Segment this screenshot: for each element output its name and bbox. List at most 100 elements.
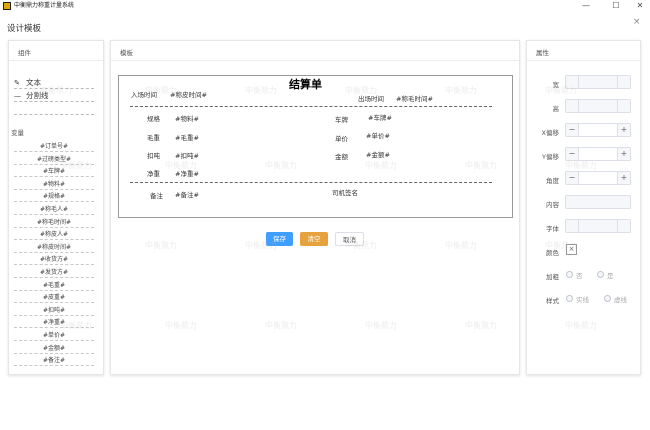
- dialog-title: 设计模板: [7, 24, 42, 34]
- out-time-var[interactable]: #称毛时间#: [396, 93, 433, 103]
- angle-increment-button[interactable]: +: [617, 172, 630, 184]
- x-offset-decrement-button[interactable]: −: [566, 124, 579, 136]
- variable-item[interactable]: #订单号#: [14, 141, 94, 152]
- color-label: 颜色: [546, 249, 559, 257]
- variable-item[interactable]: #净重#: [14, 317, 94, 329]
- height-increment-button[interactable]: [617, 100, 630, 112]
- height-label: 高: [552, 105, 560, 113]
- variable-item[interactable]: #备注#: [14, 355, 94, 367]
- pencil-icon: ✎: [14, 79, 20, 87]
- variable-item[interactable]: #过磅类型#: [14, 154, 94, 165]
- net-label[interactable]: 净重: [147, 168, 160, 178]
- deduct-label[interactable]: 扣吨: [147, 150, 160, 160]
- component-text[interactable]: ✎ 文本: [14, 77, 41, 88]
- color-picker[interactable]: ×: [566, 244, 577, 255]
- title-bar: 中衡鼎力称重计量系统 — ☐ ✕: [0, 0, 650, 12]
- components-header: 组件: [9, 41, 103, 61]
- width-input[interactable]: [565, 75, 631, 89]
- in-time-var[interactable]: #称皮时间#: [170, 89, 207, 99]
- variable-item[interactable]: #称皮人#: [14, 229, 94, 241]
- plate-var[interactable]: #车牌#: [368, 112, 392, 122]
- maximize-button[interactable]: ☐: [607, 0, 625, 12]
- divider-line[interactable]: [130, 182, 492, 183]
- y-offset-increment-button[interactable]: +: [617, 148, 630, 160]
- properties-header: 属性: [527, 41, 640, 61]
- bold-label: 加粗: [546, 273, 559, 281]
- template-header: 模板: [111, 41, 519, 61]
- variable-item[interactable]: #发货方#: [14, 267, 94, 278]
- spec-var[interactable]: #物料#: [175, 113, 199, 123]
- variable-item[interactable]: #单价#: [14, 330, 94, 341]
- canvas-title[interactable]: 结算单: [289, 76, 322, 92]
- bold-no-radio[interactable]: [566, 271, 573, 278]
- width-increment-button[interactable]: [617, 76, 630, 88]
- bold-yes-label: 是: [607, 272, 614, 280]
- variable-item[interactable]: #称毛人#: [14, 204, 94, 215]
- content-input[interactable]: [565, 195, 631, 209]
- component-divider[interactable]: — 分割线: [14, 90, 49, 101]
- height-input[interactable]: [565, 99, 631, 113]
- remark-var[interactable]: #备注#: [175, 189, 199, 199]
- in-time-label[interactable]: 入场时间: [131, 89, 157, 99]
- remark-label[interactable]: 备注: [150, 190, 163, 200]
- out-time-label[interactable]: 出场时间: [358, 93, 384, 103]
- variable-item[interactable]: #皮重#: [14, 292, 94, 304]
- angle-input[interactable]: − +: [565, 171, 631, 185]
- style-solid-label: 实线: [576, 296, 589, 304]
- driver-sign-label[interactable]: 司机签名: [332, 187, 358, 197]
- window-close-button[interactable]: ✕: [631, 0, 649, 12]
- price-label[interactable]: 单价: [335, 133, 348, 143]
- font-increment-button[interactable]: [617, 220, 630, 232]
- bold-no-label: 否: [576, 272, 583, 280]
- y-offset-input[interactable]: − +: [565, 147, 631, 161]
- divider-line[interactable]: [130, 106, 492, 107]
- bold-yes-radio[interactable]: [597, 271, 604, 278]
- angle-label: 角度: [546, 177, 559, 185]
- component-text-label: 文本: [26, 78, 41, 87]
- style-solid-radio[interactable]: [566, 295, 573, 302]
- deduct-var[interactable]: #扣吨#: [175, 150, 199, 160]
- width-label: 宽: [552, 81, 560, 89]
- variable-item[interactable]: #物料#: [14, 179, 94, 190]
- x-offset-increment-button[interactable]: +: [617, 124, 630, 136]
- net-var[interactable]: #净重#: [175, 168, 199, 178]
- angle-decrement-button[interactable]: −: [566, 172, 579, 184]
- style-dashed-radio[interactable]: [604, 295, 611, 302]
- amount-var[interactable]: #金额#: [366, 149, 390, 159]
- save-button[interactable]: 保存: [266, 232, 293, 246]
- x-offset-label: X偏移: [541, 129, 559, 137]
- component-divider-label: 分割线: [26, 91, 49, 100]
- app-logo-icon: [3, 2, 11, 10]
- reset-button[interactable]: 清空: [300, 232, 328, 246]
- cancel-button[interactable]: 取消: [335, 232, 364, 246]
- plate-label[interactable]: 车牌: [335, 114, 348, 124]
- variable-item[interactable]: #称毛时间#: [14, 217, 94, 228]
- height-decrement-button[interactable]: [566, 100, 579, 112]
- font-decrement-button[interactable]: [566, 220, 579, 232]
- line-icon: —: [14, 92, 21, 100]
- amount-label[interactable]: 金额: [335, 151, 348, 161]
- window-title: 中衡鼎力称重计量系统: [14, 2, 75, 9]
- x-offset-input[interactable]: − +: [565, 123, 631, 137]
- variable-item[interactable]: #毛重#: [14, 280, 94, 291]
- font-input[interactable]: [565, 219, 631, 233]
- separator: [14, 88, 94, 89]
- variable-item[interactable]: #收货方#: [14, 254, 94, 266]
- spec-label[interactable]: 规格: [147, 113, 160, 123]
- y-offset-decrement-button[interactable]: −: [566, 148, 579, 160]
- dialog-close-icon[interactable]: ×: [633, 17, 641, 27]
- content-label: 内容: [546, 201, 559, 209]
- variable-item[interactable]: #称皮时间#: [14, 242, 94, 253]
- variable-item[interactable]: #扣吨#: [14, 305, 94, 316]
- separator: [14, 101, 94, 102]
- gross-label[interactable]: 毛重: [147, 132, 160, 142]
- variable-item[interactable]: #规格#: [14, 191, 94, 203]
- gross-var[interactable]: #毛重#: [175, 132, 199, 142]
- width-decrement-button[interactable]: [566, 76, 579, 88]
- separator: [14, 114, 94, 115]
- style-label: 样式: [546, 297, 559, 305]
- price-var[interactable]: #单价#: [366, 130, 390, 140]
- variable-item[interactable]: #金额#: [14, 343, 94, 354]
- minimize-button[interactable]: —: [577, 0, 595, 12]
- variable-item[interactable]: #车牌#: [14, 166, 94, 178]
